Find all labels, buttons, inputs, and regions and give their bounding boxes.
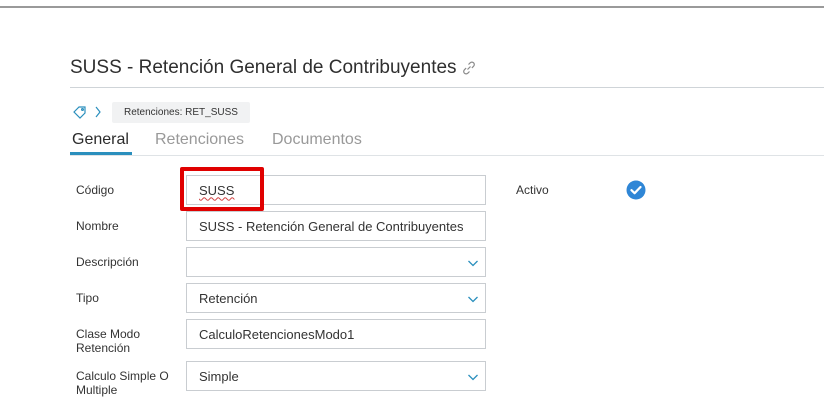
title-divider (70, 87, 824, 88)
tabs-divider (70, 155, 824, 156)
nombre-value: SUSS - Retención General de Contribuyent… (199, 218, 464, 234)
nombre-field[interactable]: SUSS - Retención General de Contribuyent… (186, 211, 486, 241)
codigo-field[interactable]: SUSS (186, 175, 486, 205)
tab-documentos[interactable]: Documentos (272, 131, 362, 149)
tab-general[interactable]: General (72, 131, 129, 149)
tipo-select[interactable]: Retención (186, 283, 486, 313)
nombre-label: Nombre (76, 219, 119, 233)
descripcion-label: Descripción (76, 255, 139, 269)
descripcion-select[interactable] (186, 247, 486, 277)
tab-retenciones[interactable]: Retenciones (155, 131, 244, 149)
breadcrumb: Retenciones: RET_SUSS (72, 101, 250, 123)
calculo-label: Calculo Simple O Multiple (76, 369, 169, 397)
calculo-label-line2: Multiple (76, 383, 118, 397)
check-circle-icon[interactable] (626, 180, 646, 200)
clase-modo-value: CalculoRetencionesModo1 (199, 326, 355, 342)
chevron-down-icon (467, 257, 479, 269)
calculo-label-line1: Calculo Simple O (76, 369, 169, 383)
calculo-value: Simple (199, 368, 239, 384)
chevron-down-icon (467, 293, 479, 305)
tag-icon (72, 104, 88, 120)
codigo-label: Código (76, 183, 115, 197)
clase-modo-label-line1: Clase Modo (76, 327, 141, 341)
activo-label: Activo (516, 183, 549, 197)
clase-modo-field[interactable]: CalculoRetencionesModo1 (186, 319, 486, 349)
clase-modo-label-line2: Retención (76, 341, 131, 355)
tab-bar: General Retenciones Documentos (70, 131, 824, 155)
chevron-down-icon (467, 371, 479, 383)
clase-modo-label: Clase Modo Retención (76, 327, 140, 355)
codigo-value: SUSS (199, 182, 235, 198)
link-icon[interactable] (461, 60, 477, 76)
chevron-right-icon (94, 106, 102, 118)
tipo-label: Tipo (76, 291, 99, 305)
breadcrumb-item[interactable]: Retenciones: RET_SUSS (112, 101, 250, 123)
title-row: SUSS - Retención General de Contribuyent… (70, 54, 477, 82)
tipo-value: Retención (199, 290, 258, 306)
page-title: SUSS - Retención General de Contribuyent… (70, 57, 457, 78)
top-rule (0, 0, 824, 8)
